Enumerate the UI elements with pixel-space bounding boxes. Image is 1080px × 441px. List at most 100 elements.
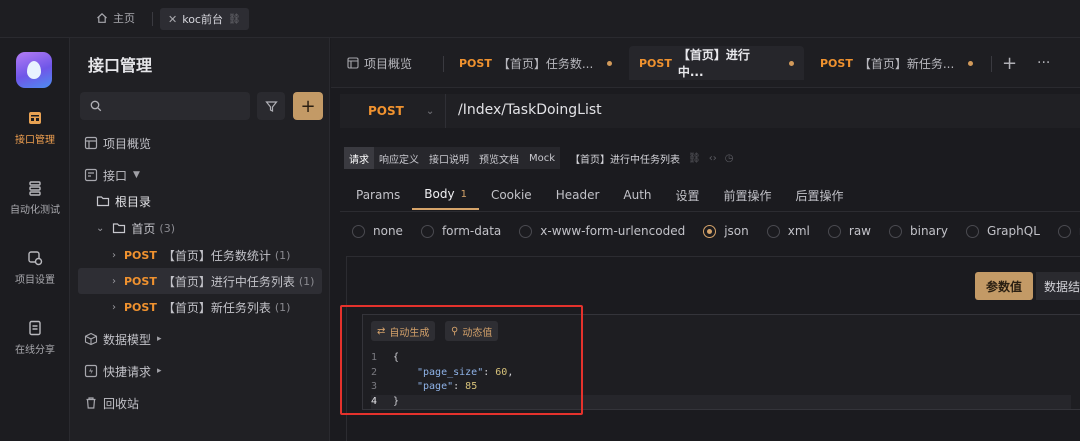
tab-label: 项目概览	[364, 56, 413, 71]
filter-icon	[264, 100, 278, 112]
request-subtabs: 请求 响应定义 接口说明 预览文档 Mock 【首页】进行中任务列表 ⛓ ‹› …	[344, 146, 733, 170]
tree-item-label: 首页	[131, 221, 156, 236]
share-icon	[29, 320, 41, 336]
home-tab[interactable]: 主页	[96, 10, 135, 26]
radio-json[interactable]: json	[703, 224, 749, 238]
caret-right-icon: ▸	[157, 366, 162, 376]
radio-none[interactable]: none	[352, 224, 403, 238]
radio-label: none	[373, 224, 403, 238]
endpoint-name: 【首页】任务数统计	[162, 248, 271, 263]
more-icon: ···	[1037, 55, 1051, 71]
radio-urlencoded[interactable]: x-www-form-urlencoded	[519, 224, 685, 238]
subtab-request[interactable]: 请求	[344, 147, 374, 169]
rail-item-online-share[interactable]: 在线分享	[0, 320, 70, 356]
method-badge: POST	[639, 56, 672, 70]
radio-form-data[interactable]: form-data	[420, 224, 501, 238]
trash-icon	[86, 397, 96, 409]
subtab-response-def[interactable]: 响应定义	[374, 147, 424, 169]
method-value: POST	[368, 104, 404, 118]
tab-params[interactable]: Params	[344, 180, 412, 210]
url-input[interactable]: /Index/TaskDoingList	[458, 102, 602, 118]
method-select[interactable]: POST ⌄	[340, 94, 446, 128]
chevron-down-icon: ⌄	[425, 105, 435, 117]
radio-circle-icon	[420, 224, 434, 238]
tab-pre-actions[interactable]: 前置操作	[712, 180, 784, 210]
rail-item-automation[interactable]: 自动化测试	[0, 180, 70, 216]
tab-label: 【首页】进行中...	[677, 48, 750, 79]
tab-endpoint[interactable]: POST 【首页】任务数...	[459, 46, 613, 80]
tree-endpoint[interactable]: › POST 【首页】新任务列表 (1)	[70, 294, 330, 320]
top-bar: 主页 ✕ koc前台 ⛓	[0, 0, 1080, 38]
code-icon[interactable]: ‹›	[709, 153, 717, 164]
count-badge: 1	[460, 188, 467, 200]
unsaved-dot-icon	[789, 60, 794, 66]
radio-xml[interactable]: xml	[766, 224, 810, 238]
api-small-icon	[84, 168, 98, 182]
more-tabs-button[interactable]: ···	[1037, 46, 1050, 80]
panel-title: 接口管理	[88, 56, 153, 75]
divider	[991, 56, 992, 72]
tab-header[interactable]: Header	[544, 180, 612, 210]
home-icon	[97, 12, 107, 23]
tree-endpoint[interactable]: › POST 【首页】任务数统计 (1)	[70, 242, 330, 268]
automation-icon	[29, 181, 41, 196]
tree-item-trash[interactable]: 回收站	[70, 390, 330, 416]
project-tab[interactable]: ✕ koc前台 ⛓	[160, 8, 249, 30]
new-tab-button[interactable]: +	[1002, 46, 1017, 80]
request-url-bar: POST ⌄ /Index/TaskDoingList	[340, 94, 1080, 128]
project-tab-label: koc前台	[182, 13, 223, 26]
caret-right-icon: ▸	[157, 334, 162, 344]
overview-icon	[347, 57, 359, 69]
tree-item-api[interactable]: 接口 ▼	[70, 162, 330, 188]
item-count: (1)	[274, 248, 291, 262]
link-icon[interactable]: ⛓	[688, 153, 701, 164]
tab-endpoint[interactable]: POST 【首页】新任务...	[820, 46, 974, 80]
bolt-icon	[84, 364, 98, 378]
method-badge: POST	[124, 274, 157, 288]
rail-item-api-management[interactable]: 接口管理	[0, 110, 70, 146]
tree-folder-home[interactable]: ⌄ 首页 (3)	[70, 215, 330, 241]
tab-settings[interactable]: 设置	[664, 180, 712, 210]
tab-cookie[interactable]: Cookie	[479, 180, 544, 210]
search-box[interactable]	[80, 92, 250, 120]
endpoint-name: 【首页】新任务列表	[162, 300, 271, 315]
tab-body[interactable]: Body 1	[412, 180, 479, 210]
subtab-mock[interactable]: Mock	[524, 147, 561, 169]
radio-graphql[interactable]: GraphQL	[965, 224, 1040, 238]
tree-item-quick-request[interactable]: 快捷请求 ▸	[70, 358, 330, 384]
close-icon[interactable]: ✕	[168, 13, 177, 26]
data-structure-button[interactable]: 数据结	[1036, 272, 1080, 300]
filter-button[interactable]	[257, 92, 285, 120]
radio-binary[interactable]: binary	[889, 224, 948, 238]
tree-item-label: 回收站	[103, 396, 140, 411]
endpoint-name: 【首页】进行中任务列表	[162, 274, 295, 289]
search-input[interactable]	[110, 99, 240, 113]
subtab-api-description[interactable]: 接口说明	[424, 147, 474, 169]
rail-item-project-settings[interactable]: 项目设置	[0, 250, 70, 286]
method-badge: POST	[124, 248, 157, 262]
annotation-highlight-box	[340, 305, 583, 415]
radio-circle-icon	[766, 224, 780, 238]
tab-label: Body	[424, 187, 455, 201]
tab-endpoint-active[interactable]: POST 【首页】进行中...	[629, 46, 804, 80]
tree-item-data-models[interactable]: 数据模型 ▸	[70, 326, 330, 352]
radio-circle-icon	[352, 224, 365, 238]
folder-open-icon	[113, 223, 126, 234]
tab-project-overview[interactable]: 项目概览	[347, 46, 412, 80]
tree-item-root[interactable]: 根目录	[70, 188, 330, 214]
param-value-button[interactable]: 参数值	[975, 272, 1033, 300]
tree-endpoint-selected[interactable]: › POST 【首页】进行中任务列表 (1)	[78, 268, 322, 294]
history-icon[interactable]: ◷	[725, 153, 734, 164]
radio-msgpack[interactable]: msgpack	[1057, 224, 1080, 238]
subtab-preview-doc[interactable]: 预览文档	[474, 147, 524, 169]
tree-item-overview[interactable]: 项目概览	[70, 130, 330, 156]
tab-auth[interactable]: Auth	[611, 180, 663, 210]
radio-label: raw	[848, 224, 871, 238]
tab-label: 【首页】任务数...	[497, 56, 594, 71]
add-button[interactable]: +	[293, 92, 323, 120]
radio-raw[interactable]: raw	[827, 224, 871, 238]
settings-icon	[28, 251, 43, 266]
rail-item-label: 自动化测试	[10, 205, 60, 216]
tab-post-actions[interactable]: 后置操作	[784, 180, 856, 210]
overview-icon	[84, 136, 98, 150]
